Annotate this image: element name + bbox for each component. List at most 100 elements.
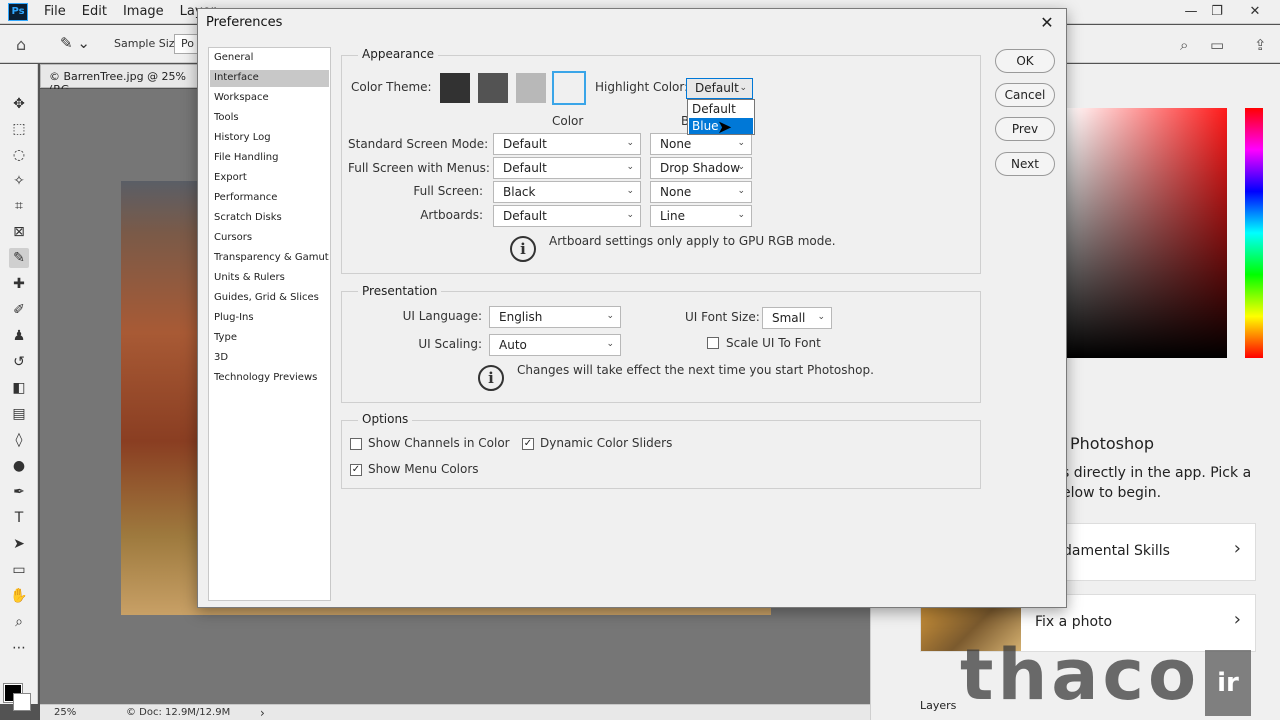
status-arrow-icon[interactable]: › — [260, 706, 265, 720]
show-channels-checkbox[interactable] — [350, 438, 362, 450]
more-tools-icon[interactable]: ⋯ — [9, 638, 29, 658]
select-value: Drop Shadow — [660, 161, 741, 175]
standard-screen-border-select[interactable]: None ⌄ — [650, 133, 752, 155]
category-history-log[interactable]: History Log — [210, 130, 329, 147]
quick-select-tool-icon[interactable]: ✧ — [9, 171, 29, 191]
watermark-text: thaco — [960, 634, 1201, 716]
category-technology-previews[interactable]: Technology Previews — [210, 370, 329, 387]
eraser-tool-icon[interactable]: ◧ — [9, 378, 29, 398]
category-guides-grid-slices[interactable]: Guides, Grid & Slices — [210, 290, 329, 307]
prev-button[interactable]: Prev — [995, 117, 1055, 141]
ui-language-label: UI Language: — [402, 309, 482, 323]
menu-edit[interactable]: Edit — [82, 4, 107, 19]
full-screen-border-select[interactable]: None ⌄ — [650, 181, 752, 203]
category-transparency-gamut[interactable]: Transparency & Gamut — [210, 250, 329, 267]
path-select-icon[interactable]: ➤ — [9, 534, 29, 554]
history-brush-icon[interactable]: ↺ — [9, 352, 29, 372]
gradient-tool-icon[interactable]: ▤ — [9, 404, 29, 424]
ui-font-size-select[interactable]: Small ⌄ — [762, 307, 832, 329]
category-export[interactable]: Export — [210, 170, 329, 187]
dynamic-sliders-checkbox[interactable]: ✓ — [522, 438, 534, 450]
category-3d[interactable]: 3D — [210, 350, 329, 367]
marquee-tool-icon[interactable]: ⬚ — [9, 119, 29, 139]
category-performance[interactable]: Performance — [210, 190, 329, 207]
color-picker-field[interactable] — [1067, 108, 1227, 358]
doc-size: © Doc: 12.9M/12.9M — [126, 707, 231, 718]
hue-slider[interactable] — [1245, 108, 1263, 358]
options-group-label: Options — [358, 412, 413, 426]
artboards-color-select[interactable]: Default ⌄ — [493, 205, 641, 227]
lasso-tool-icon[interactable]: ◌ — [9, 145, 29, 165]
theme-swatch-darkest[interactable] — [440, 73, 470, 103]
full-screen-color-select[interactable]: Black ⌄ — [493, 181, 641, 203]
crop-tool-icon[interactable]: ⌗ — [9, 196, 29, 216]
next-button[interactable]: Next — [995, 152, 1055, 176]
select-value: None — [660, 185, 692, 199]
chevron-down-icon: ⌄ — [606, 311, 614, 321]
ui-language-select[interactable]: English ⌄ — [489, 306, 621, 328]
menu-image[interactable]: Image — [123, 4, 164, 19]
healing-brush-icon[interactable]: ✚ — [9, 274, 29, 294]
select-value: Small — [772, 311, 806, 325]
hand-tool-icon[interactable]: ✋ — [9, 586, 29, 606]
learn-card-label: damental Skills — [1063, 543, 1170, 559]
close-icon[interactable]: ✕ — [1036, 12, 1058, 34]
category-interface[interactable]: Interface — [210, 70, 329, 87]
ui-scaling-select[interactable]: Auto ⌄ — [489, 334, 621, 356]
blur-tool-icon[interactable]: ◊ — [9, 430, 29, 450]
background-color-swatch[interactable] — [13, 693, 31, 711]
category-general[interactable]: General — [210, 50, 329, 67]
category-cursors[interactable]: Cursors — [210, 230, 329, 247]
cancel-button[interactable]: Cancel — [995, 83, 1055, 107]
category-type[interactable]: Type — [210, 330, 329, 347]
type-tool-icon[interactable]: T — [9, 508, 29, 528]
menu-file[interactable]: File — [44, 4, 66, 19]
artboards-border-select[interactable]: Line ⌄ — [650, 205, 752, 227]
eyedropper-tool-icon[interactable]: ✎ ⌄ — [60, 34, 90, 52]
chevron-down-icon: ⌄ — [817, 312, 825, 322]
category-workspace[interactable]: Workspace — [210, 90, 329, 107]
ui-font-size-label: UI Font Size: — [685, 310, 760, 324]
theme-swatch-medium[interactable] — [516, 73, 546, 103]
highlight-color-select[interactable]: Default ⌄ — [686, 78, 753, 99]
frame-tool-icon[interactable]: ⊠ — [9, 222, 29, 242]
restore-icon[interactable]: ❐ — [1202, 0, 1232, 22]
category-tools[interactable]: Tools — [210, 110, 329, 127]
search-icon[interactable]: ⌕ — [1180, 36, 1188, 54]
theme-swatch-dark[interactable] — [478, 73, 508, 103]
brush-tool-icon[interactable]: ✐ — [9, 300, 29, 320]
category-scratch-disks[interactable]: Scratch Disks — [210, 210, 329, 227]
full-screen-menus-border-select[interactable]: Drop Shadow ⌄ — [650, 157, 752, 179]
stamp-tool-icon[interactable]: ♟ — [9, 326, 29, 346]
full-screen-menus-color-select[interactable]: Default ⌄ — [493, 157, 641, 179]
home-icon[interactable]: ⌂ — [16, 35, 26, 54]
scale-ui-checkbox[interactable] — [707, 337, 719, 349]
workspace-icon[interactable]: ▭ — [1210, 36, 1224, 54]
highlight-color-label: Highlight Color: — [595, 80, 689, 94]
share-icon[interactable]: ⇪ — [1254, 36, 1267, 54]
standard-screen-color-select[interactable]: Default ⌄ — [493, 133, 641, 155]
rectangle-tool-icon[interactable]: ▭ — [9, 560, 29, 580]
dodge-tool-icon[interactable]: ● — [9, 456, 29, 476]
zoom-level: 25% — [54, 707, 77, 718]
ok-button[interactable]: OK — [995, 49, 1055, 73]
highlight-option-default[interactable]: Default — [689, 101, 753, 117]
select-value: None — [660, 137, 692, 151]
zoom-tool-icon[interactable]: ⌕ — [9, 612, 29, 632]
chevron-right-icon: › — [1233, 609, 1241, 630]
category-file-handling[interactable]: File Handling — [210, 150, 329, 167]
select-value: Black — [503, 185, 536, 199]
select-value: Default — [503, 209, 547, 223]
presentation-note: Changes will take effect the next time y… — [517, 363, 874, 377]
pen-tool-icon[interactable]: ✒ — [9, 482, 29, 502]
chevron-right-icon: › — [1233, 538, 1241, 559]
theme-swatch-light-selected[interactable] — [552, 71, 586, 105]
eyedropper-icon[interactable]: ✎ — [9, 248, 29, 268]
move-tool-icon[interactable]: ✥ — [9, 94, 29, 114]
app-close-icon[interactable]: ✕ — [1240, 0, 1270, 22]
document-tab[interactable]: © BarrenTree.jpg @ 25% (RG — [40, 64, 210, 96]
show-menu-colors-checkbox[interactable]: ✓ — [350, 464, 362, 476]
dynamic-sliders-label: Dynamic Color Sliders — [540, 436, 673, 450]
category-plug-ins[interactable]: Plug-Ins — [210, 310, 329, 327]
category-units-rulers[interactable]: Units & Rulers — [210, 270, 329, 287]
